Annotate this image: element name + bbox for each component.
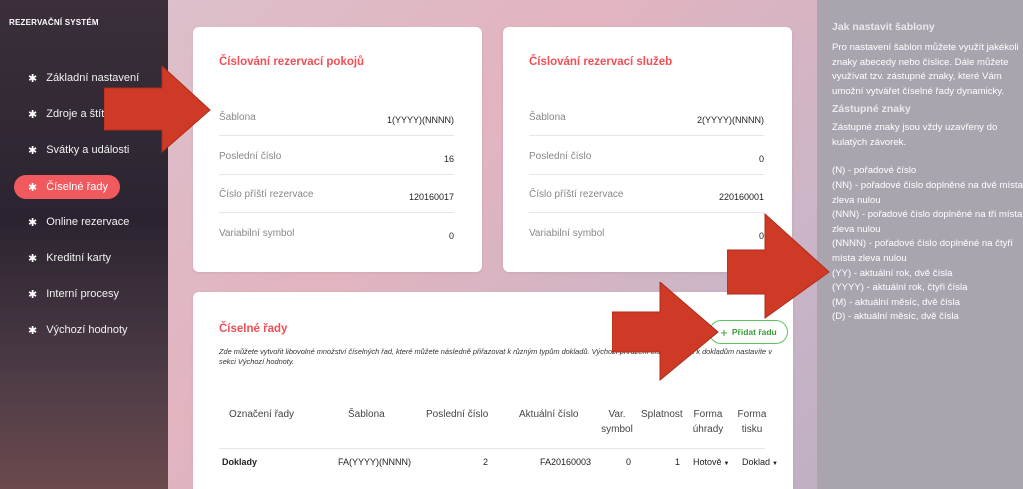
column-header: Poslední číslo xyxy=(426,409,489,420)
series-template: FA(YYYY)(NNNN) xyxy=(338,457,412,467)
caret-down-icon: ▼ xyxy=(772,461,778,467)
series-current: FA20160003 xyxy=(540,457,592,467)
help-subtitle: Zástupné znaky xyxy=(832,103,911,116)
column-header: Označení řady xyxy=(229,409,295,420)
row-label: Šablona xyxy=(529,112,566,123)
gear-icon: ✱ xyxy=(28,324,38,337)
row-label: Variabilní symbol xyxy=(219,228,295,239)
series-name[interactable]: Doklady xyxy=(222,457,257,467)
series-last: 2 xyxy=(483,457,489,467)
row-value[interactable]: 220160001 xyxy=(719,192,764,202)
app-brand: REZERVAČNÍ SYSTÉM xyxy=(9,18,99,27)
sidebar-item-interni-procesy[interactable]: ✱ Interní procesy xyxy=(14,282,131,306)
series-var-symbol: 0 xyxy=(626,457,632,467)
caret-down-icon: ▼ xyxy=(723,461,730,467)
list-item: (D) - aktuální měsíc, dvě čísla xyxy=(832,311,959,323)
annotation-arrow-right-icon xyxy=(727,212,830,319)
list-item: (NNNN) - pořadové číslo doplněné na čtyř… xyxy=(832,238,1013,264)
row-label: Číslo příští rezervace xyxy=(529,189,624,200)
next-reservation-row: Číslo příští rezervace 120160017 xyxy=(219,175,454,213)
table-divider xyxy=(219,448,765,449)
list-item: (YY) - aktuální rok, dvě čísla xyxy=(832,267,953,279)
rooms-numbering-card: Číslování rezervací pokojů Šablona 1(YYY… xyxy=(193,27,482,272)
sidebar-item-kreditni-karty[interactable]: ✱ Kreditní karty xyxy=(14,246,123,270)
sidebar-item-label: Kreditní karty xyxy=(46,252,112,264)
sidebar-item-label: Výchozí hodnoty xyxy=(46,324,128,336)
sidebar-item-label: Číselné řady xyxy=(46,181,108,193)
gear-icon: ✱ xyxy=(28,252,38,265)
card-title: Číselné řady xyxy=(219,323,288,335)
row-label: Poslední číslo xyxy=(529,151,592,162)
template-row: Šablona 1(YYYY)(NNNN) xyxy=(219,98,454,136)
sidebar-item-ciselne-rady[interactable]: ✱ Číselné řady xyxy=(14,175,120,199)
list-item: (N) - pořadové číslo xyxy=(832,165,917,177)
gear-icon: ✱ xyxy=(28,288,38,301)
row-value[interactable]: 1(YYYY)(NNNN) xyxy=(387,115,454,125)
row-value[interactable]: 120160017 xyxy=(409,192,454,202)
gear-icon: ✱ xyxy=(28,144,38,157)
list-item: (YYYY) - aktuální rok, čtyři čísla xyxy=(832,282,968,294)
gear-icon: ✱ xyxy=(28,181,38,194)
add-series-button[interactable]: + Přidat řadu xyxy=(709,320,788,344)
sidebar-item-vychozi-hodnoty[interactable]: ✱ Výchozí hodnoty xyxy=(14,318,140,342)
sidebar-item-label: Interní procesy xyxy=(46,288,119,300)
annotation-arrow-right-icon xyxy=(612,282,719,382)
add-series-label: Přidat řadu xyxy=(731,327,777,337)
plus-icon: + xyxy=(720,324,728,340)
gear-icon: ✱ xyxy=(28,216,38,229)
help-sub-intro: Zástupné znaky jsou vždy uzavřeny do kul… xyxy=(832,122,998,148)
help-intro: Pro nastavení šablon můžete využít jakék… xyxy=(832,42,1019,97)
print-value: Doklad xyxy=(742,457,771,467)
row-label: Šablona xyxy=(219,112,256,123)
sidebar-item-online-rezervace[interactable]: ✱ Online rezervace xyxy=(14,210,141,234)
help-title: Jak nastavit šablony xyxy=(832,21,935,33)
print-select[interactable]: Doklad ▼ xyxy=(742,457,778,467)
payment-select[interactable]: Hotově ▼ xyxy=(693,457,729,467)
row-value[interactable]: 16 xyxy=(444,154,454,164)
row-value[interactable]: 2(YYYY)(NNNN) xyxy=(697,115,764,125)
column-header: Šablona xyxy=(348,409,385,420)
list-item: (M) - aktuální měsíc, dvě čísla xyxy=(832,296,960,308)
row-label: Poslední číslo xyxy=(219,151,282,162)
last-number-row: Poslední číslo 0 xyxy=(529,137,764,175)
row-value[interactable]: 0 xyxy=(759,154,764,164)
column-header: Splatnost xyxy=(641,409,683,420)
payment-value: Hotově xyxy=(693,457,722,467)
variable-symbol-row: Variabilní symbol 0 xyxy=(219,214,454,252)
help-panel: Jak nastavit šablony Pro nastavení šablo… xyxy=(817,0,1023,489)
row-value[interactable]: 0 xyxy=(449,231,454,241)
series-due: 1 xyxy=(675,457,681,467)
sidebar-item-label: Online rezervace xyxy=(46,216,130,228)
placeholder-list: (N) - pořadové číslo (NN) - pořadové čís… xyxy=(832,164,1023,324)
list-item: (NN) - pořadové číslo doplněné na dvě mí… xyxy=(832,180,1023,206)
gear-icon: ✱ xyxy=(28,108,38,121)
column-header: Forma úhrady xyxy=(692,409,724,435)
gear-icon: ✱ xyxy=(28,72,38,85)
next-reservation-row: Číslo příští rezervace 220160001 xyxy=(529,175,764,213)
column-header: Var. symbol xyxy=(601,409,633,435)
card-title: Číslování rezervací služeb xyxy=(529,56,673,68)
column-header: Aktuální číslo xyxy=(519,409,579,420)
card-title: Číslování rezervací pokojů xyxy=(219,56,365,68)
row-label: Variabilní symbol xyxy=(529,228,605,239)
list-item: (NNN) - pořadové číslo doplněné na tři m… xyxy=(832,209,1023,235)
template-row: Šablona 2(YYYY)(NNNN) xyxy=(529,98,764,136)
row-label: Číslo příští rezervace xyxy=(219,189,314,200)
column-header: Forma tisku xyxy=(737,409,767,435)
annotation-arrow-right-icon xyxy=(104,66,211,154)
last-number-row: Poslední číslo 16 xyxy=(219,137,454,175)
